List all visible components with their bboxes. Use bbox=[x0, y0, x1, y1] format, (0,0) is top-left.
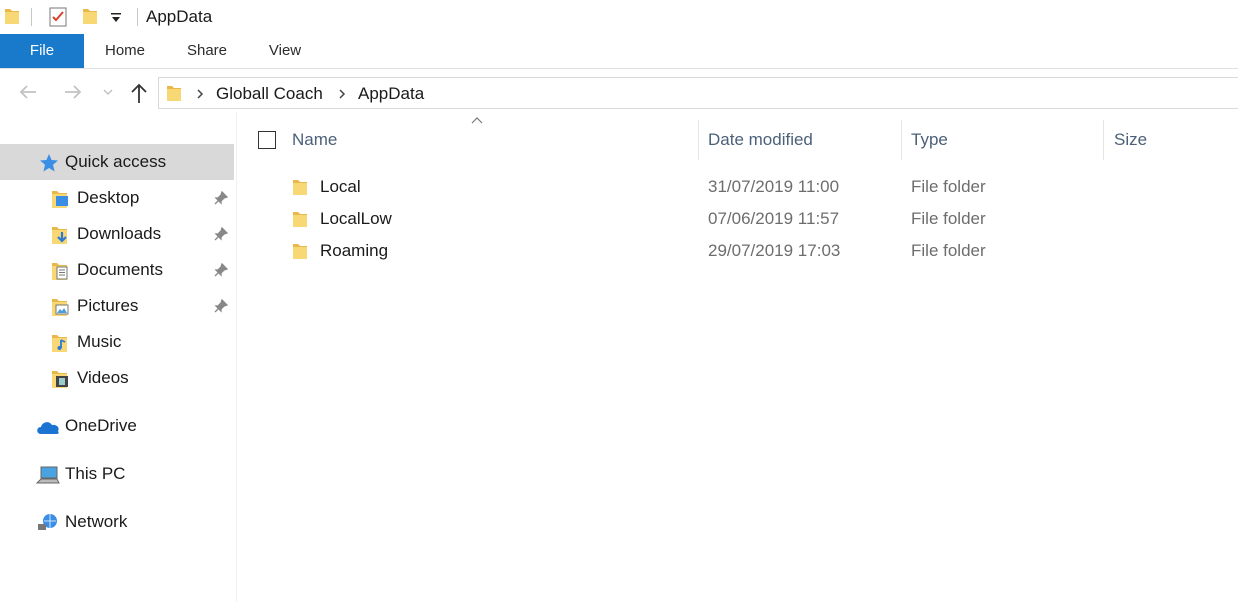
sort-ascending-icon bbox=[471, 116, 483, 124]
column-header-name[interactable]: Name bbox=[292, 120, 337, 160]
pin-icon[interactable] bbox=[214, 191, 228, 205]
ribbon-tabs: File Home Share View bbox=[0, 34, 1238, 69]
tab-view[interactable]: View bbox=[256, 34, 314, 68]
folder-icon bbox=[292, 209, 308, 229]
column-divider[interactable] bbox=[901, 120, 902, 160]
tab-home[interactable]: Home bbox=[90, 34, 160, 68]
sidebar-item-downloads[interactable]: Downloads bbox=[0, 216, 234, 252]
network-icon bbox=[37, 513, 59, 533]
navigation-pane: Quick access Desktop Downloads Documents bbox=[0, 112, 237, 602]
onedrive-cloud-icon bbox=[35, 419, 61, 435]
toolbar-separator bbox=[31, 8, 32, 26]
new-folder-icon[interactable] bbox=[82, 6, 98, 26]
desktop-folder-icon bbox=[51, 189, 69, 209]
breadcrumb-chevron-icon[interactable] bbox=[337, 87, 347, 101]
sidebar-item-pictures[interactable]: Pictures bbox=[0, 288, 234, 324]
column-header-type[interactable]: Type bbox=[911, 120, 948, 160]
select-all-checkbox[interactable] bbox=[258, 131, 276, 149]
sidebar-item-desktop[interactable]: Desktop bbox=[0, 180, 234, 216]
file-type: File folder bbox=[911, 209, 986, 228]
column-header-size[interactable]: Size bbox=[1114, 120, 1147, 160]
file-row[interactable]: LocalLow 07/06/2019 11:57 File folder bbox=[287, 203, 1227, 235]
file-date-modified: 29/07/2019 17:03 bbox=[708, 241, 841, 260]
file-date-modified: 31/07/2019 11:00 bbox=[708, 177, 840, 196]
column-divider[interactable] bbox=[698, 120, 699, 160]
folder-icon bbox=[4, 6, 20, 26]
file-list: Name Date modified Type Size Local 31/07… bbox=[237, 112, 1238, 602]
sidebar-item-music[interactable]: Music bbox=[0, 324, 234, 360]
sidebar-item-documents[interactable]: Documents bbox=[0, 252, 234, 288]
file-name: Roaming bbox=[320, 241, 389, 260]
sidebar-item-this-pc[interactable]: This PC bbox=[0, 456, 234, 492]
pin-icon[interactable] bbox=[214, 263, 228, 277]
pin-icon[interactable] bbox=[214, 299, 228, 313]
downloads-folder-icon bbox=[51, 225, 69, 245]
file-type: File folder bbox=[911, 241, 986, 260]
file-row[interactable]: Roaming 29/07/2019 17:03 File folder bbox=[287, 235, 1227, 267]
videos-folder-icon bbox=[51, 369, 69, 389]
sidebar-item-videos[interactable]: Videos bbox=[0, 360, 234, 396]
column-divider[interactable] bbox=[1103, 120, 1104, 160]
customize-dropdown-icon[interactable] bbox=[110, 10, 122, 24]
file-type: File folder bbox=[911, 177, 986, 196]
breadcrumb-item[interactable]: AppData bbox=[358, 84, 424, 104]
star-icon bbox=[39, 153, 59, 173]
file-name: Local bbox=[320, 177, 361, 196]
pictures-folder-icon bbox=[51, 297, 69, 317]
forward-arrow-icon[interactable] bbox=[62, 81, 84, 103]
tab-share[interactable]: Share bbox=[174, 34, 240, 68]
toolbar-separator bbox=[137, 8, 138, 26]
column-header-date-modified[interactable]: Date modified bbox=[708, 120, 813, 160]
file-row[interactable]: Local 31/07/2019 11:00 File folder bbox=[287, 171, 1227, 203]
tab-file[interactable]: File bbox=[0, 34, 84, 68]
sidebar-item-onedrive[interactable]: OneDrive bbox=[0, 408, 234, 444]
computer-icon bbox=[36, 465, 60, 485]
folder-icon bbox=[292, 177, 308, 197]
window-title: AppData bbox=[146, 7, 213, 26]
music-folder-icon bbox=[51, 333, 69, 353]
breadcrumb-chevron-icon[interactable] bbox=[195, 87, 205, 101]
folder-icon bbox=[292, 241, 308, 261]
folder-icon bbox=[166, 83, 182, 103]
properties-icon[interactable] bbox=[48, 6, 68, 28]
pin-icon[interactable] bbox=[214, 227, 228, 241]
recent-locations-chevron-icon[interactable] bbox=[102, 88, 114, 96]
navigation-bar: Globall Coach AppData bbox=[0, 76, 1238, 112]
file-date-modified: 07/06/2019 11:57 bbox=[708, 209, 840, 228]
documents-folder-icon bbox=[51, 261, 69, 281]
sidebar-item-network[interactable]: Network bbox=[0, 504, 234, 540]
sidebar-item-quick-access[interactable]: Quick access bbox=[0, 144, 234, 180]
title-bar: AppData bbox=[0, 0, 1238, 34]
address-bar[interactable]: Globall Coach AppData bbox=[158, 77, 1238, 109]
back-arrow-icon[interactable] bbox=[17, 81, 39, 103]
file-name: LocalLow bbox=[320, 209, 392, 228]
breadcrumb-item[interactable]: Globall Coach bbox=[216, 84, 323, 104]
up-arrow-icon[interactable] bbox=[128, 81, 150, 105]
